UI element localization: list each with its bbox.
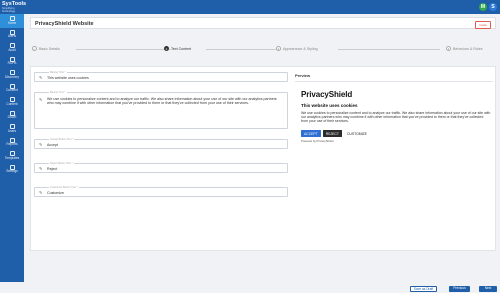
sidebar-item-label: Users: [7, 128, 17, 133]
banner-text-input[interactable]: We use cookies to personalize content an…: [47, 97, 283, 106]
step-label: Appearance & Styling: [283, 46, 318, 51]
reject-text-field[interactable]: Reject Button Text * ✎ Reject: [34, 162, 288, 173]
sidebar-item-alerts[interactable]: Alerts: [0, 28, 24, 42]
sidebar-item-label: Content: [6, 101, 18, 106]
stepper: ✓ Basic Details 2 Text Content 3 Appeara…: [30, 46, 496, 56]
field-label: Reject Button Text *: [49, 162, 74, 165]
customize-text-field[interactable]: Customize Button Text * ✎ Customize: [34, 186, 288, 197]
cookie-banner-preview: PrivacyShield This website uses cookies …: [295, 81, 493, 151]
sidebar-item-label: Templates: [4, 155, 20, 160]
avatar-m[interactable]: M: [479, 3, 487, 11]
sidebar-item-label: Discovery: [5, 74, 19, 79]
step-text-content[interactable]: 2 Text Content: [164, 46, 191, 51]
preview-title: This website uses cookies: [301, 103, 358, 108]
status-badge[interactable]: Inside: [474, 20, 491, 29]
sidebar-item-label: Settings: [6, 169, 18, 174]
next-button[interactable]: Next: [479, 286, 497, 292]
sidebar-item-label: Home: [7, 20, 17, 25]
step-appearance[interactable]: 3 Appearance & Styling: [276, 46, 318, 51]
preview-accept-button[interactable]: ACCEPT: [301, 130, 321, 137]
systools-logo[interactable]: SysTools Simplifying Technology: [2, 1, 26, 13]
step-number: 3: [276, 46, 281, 51]
sidebar-item-content[interactable]: Content: [0, 95, 24, 109]
sidebar-item-consent[interactable]: Consent: [0, 82, 24, 96]
powered-by: Powered by PrivacyShield: [301, 139, 334, 143]
banner-title-field[interactable]: Banner Title * ✎ This website uses cooki…: [34, 71, 288, 82]
field-label: Banner Text *: [49, 91, 67, 94]
preview-customize-button[interactable]: CUSTOMIZE: [344, 130, 370, 137]
preview-buttons: ACCEPT REJECT CUSTOMIZE: [301, 130, 372, 137]
step-connector: [206, 48, 281, 49]
sidebar-item-label: Alerts: [7, 34, 17, 39]
step-connector: [76, 48, 171, 49]
preview-reject-button[interactable]: REJECT: [322, 130, 342, 137]
step-label: Text Content: [171, 46, 192, 51]
field-label: Banner Title *: [49, 71, 67, 74]
step-number: 2: [164, 46, 169, 51]
content-panel: Banner Title * ✎ This website uses cooki…: [30, 66, 496, 251]
sidebar-item-users[interactable]: Users: [0, 122, 24, 136]
field-label: Customize Button Text *: [49, 186, 79, 189]
sidebar-item-dsar[interactable]: DSAR: [0, 109, 24, 123]
field-label: Accept Button Text *: [49, 138, 75, 141]
sidebar-item-label: Reports: [6, 142, 18, 147]
sidebar: Home Alerts Audit ROPA Discovery Consent Conte…: [0, 14, 24, 282]
preview-body: We use cookies to personalize content an…: [301, 111, 491, 124]
previous-button[interactable]: Previous: [449, 286, 470, 292]
customize-text-input[interactable]: Customize: [47, 191, 64, 196]
banner-text-field[interactable]: Banner Text * ✎ We use cookies to person…: [34, 91, 288, 129]
pencil-icon: ✎: [39, 75, 43, 80]
pencil-icon: ✎: [39, 166, 43, 171]
step-behaviors[interactable]: 4 Behaviors & Rules: [446, 46, 483, 51]
banner-title-input[interactable]: This website uses cookies: [47, 76, 89, 81]
brand-tagline: Simplifying Technology: [2, 7, 16, 13]
accept-text-input[interactable]: Accept: [47, 143, 58, 148]
preview-heading: Preview: [295, 73, 311, 78]
sidebar-item-ropa[interactable]: ROPA: [0, 55, 24, 69]
sidebar-item-templates[interactable]: Templates: [0, 149, 24, 163]
accept-text-field[interactable]: Accept Button Text * ✎ Accept: [34, 138, 288, 149]
step-number: 4: [446, 46, 451, 51]
sidebar-item-reports[interactable]: Reports: [0, 136, 24, 150]
page-title: PrivacyShield Website: [35, 20, 94, 27]
sidebar-item-home[interactable]: Home: [0, 14, 24, 28]
save-draft-button[interactable]: Save as Draft: [410, 286, 437, 292]
check-icon: ✓: [32, 46, 37, 51]
sidebar-item-label: DSAR: [7, 115, 17, 120]
top-bar: SysTools Simplifying Technology M S: [0, 0, 500, 14]
sidebar-item-settings[interactable]: Settings: [0, 163, 24, 177]
sidebar-item-discovery[interactable]: Discovery: [0, 68, 24, 82]
sidebar-item-label: Consent: [6, 88, 18, 93]
pencil-icon: ✎: [39, 142, 43, 147]
pencil-icon: ✎: [39, 97, 43, 102]
sidebar-item-audit[interactable]: Audit: [0, 41, 24, 55]
main-content: PrivacyShield Website Inside ✓ Basic Det…: [24, 14, 500, 292]
sidebar-item-label: Audit: [8, 47, 16, 52]
pencil-icon: ✎: [39, 190, 43, 195]
privacyshield-logo: PrivacyShield: [301, 90, 353, 99]
step-basic-details[interactable]: ✓ Basic Details: [32, 46, 60, 51]
step-label: Basic Details: [39, 46, 60, 51]
step-label: Behaviors & Rules: [453, 46, 483, 51]
reject-text-input[interactable]: Reject: [47, 167, 57, 172]
step-connector: [338, 48, 440, 49]
avatar-s[interactable]: S: [489, 3, 497, 11]
page-header: PrivacyShield Website Inside: [30, 17, 496, 29]
sidebar-item-label: ROPA: [7, 61, 17, 66]
